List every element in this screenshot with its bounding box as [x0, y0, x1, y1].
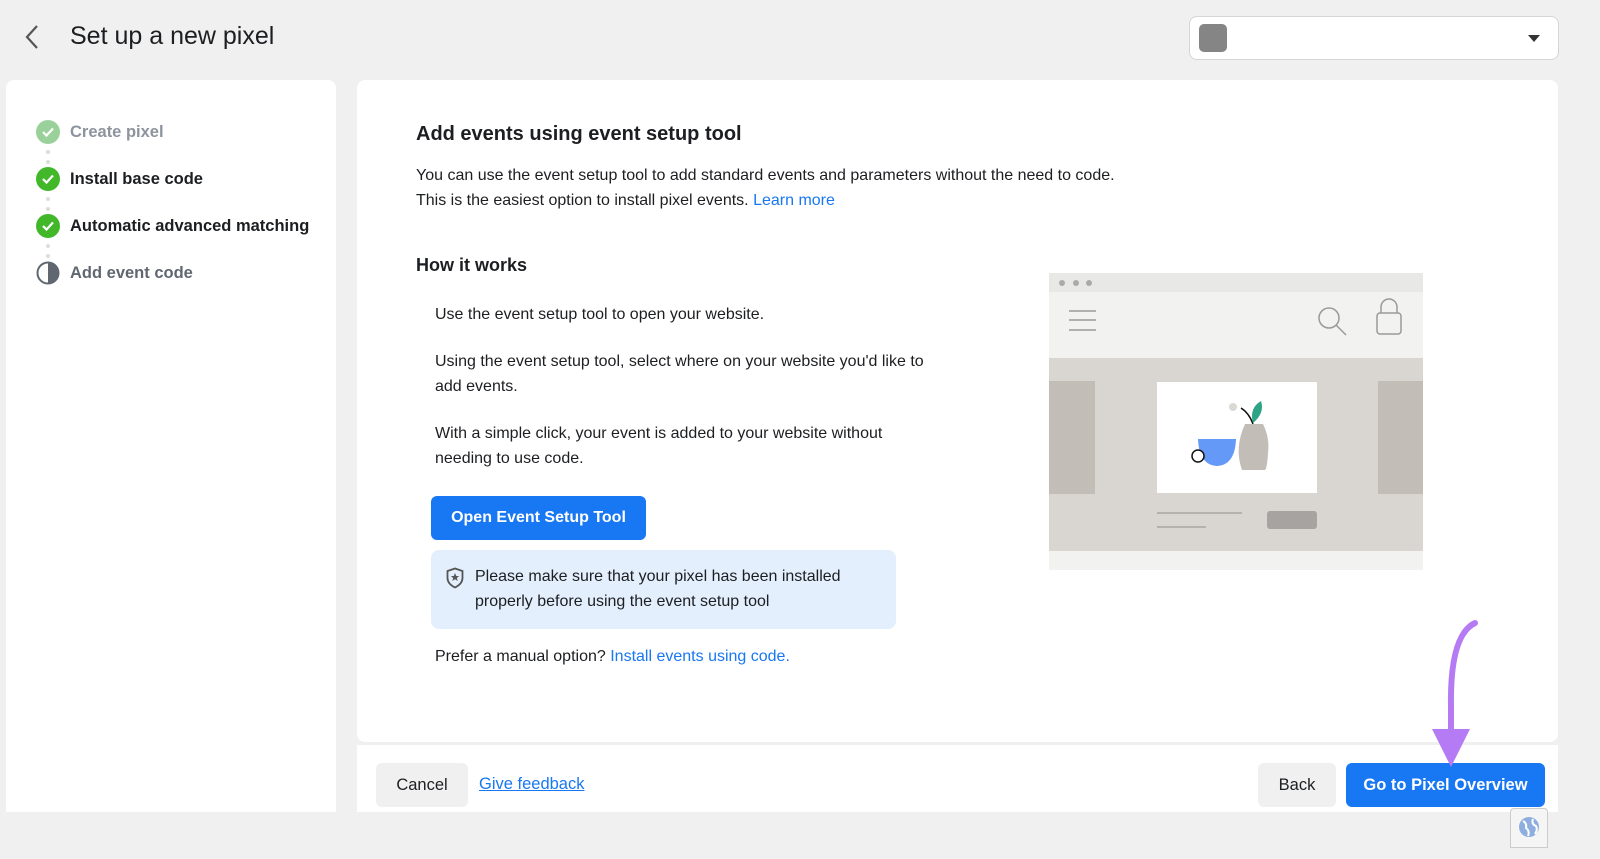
caret-down-icon — [1528, 35, 1540, 42]
main-panel: Add events using event setup tool You ca… — [357, 80, 1558, 742]
website-illustration — [1049, 273, 1423, 570]
account-avatar — [1199, 24, 1227, 52]
step-automatic-advanced-matching: Automatic advanced matching — [36, 214, 309, 238]
how-step-1: Use the event setup tool to open your we… — [435, 306, 765, 323]
step-label: Create pixel — [70, 122, 164, 141]
step-label: Install base code — [70, 169, 203, 188]
cancel-button[interactable]: Cancel — [376, 763, 468, 807]
annotation-arrow-icon — [1432, 620, 1478, 767]
how-step-3: With a simple click, your event is added… — [435, 425, 883, 467]
step-install-base-code: Install base code — [36, 167, 203, 191]
how-step-2: Using the event setup tool, select where… — [435, 353, 924, 395]
give-feedback-link[interactable]: Give feedback — [479, 775, 584, 794]
step-label: Add event code — [70, 263, 193, 282]
section-title: Add events using event setup tool — [416, 123, 742, 145]
check-icon — [36, 120, 60, 144]
step-create-pixel: Create pixel — [36, 120, 164, 144]
check-icon — [36, 167, 60, 191]
step-add-event-code: Add event code — [36, 261, 193, 285]
language-globe-button[interactable] — [1510, 808, 1548, 848]
learn-more-link[interactable]: Learn more — [753, 192, 835, 209]
manual-prefix: Prefer a manual option? — [435, 648, 606, 665]
steps-sidebar: Create pixel Install base code Automatic… — [6, 80, 336, 812]
manual-option-text: Prefer a manual option? Install events u… — [435, 644, 790, 669]
account-selector-dropdown[interactable] — [1189, 16, 1559, 60]
half-circle-progress-icon — [36, 261, 60, 285]
shield-star-icon — [446, 567, 464, 589]
install-events-using-code-link[interactable]: Install events using code. — [610, 648, 790, 665]
check-icon — [36, 214, 60, 238]
how-it-works-title: How it works — [416, 255, 528, 275]
open-event-setup-tool-button[interactable]: Open Event Setup Tool — [431, 496, 646, 540]
info-callout-text: Please make sure that your pixel has bee… — [475, 568, 841, 610]
footer-bar: Cancel Give feedback Back Go to Pixel Ov… — [357, 745, 1558, 812]
step-label: Automatic advanced matching — [70, 216, 310, 235]
back-chevron-icon[interactable] — [18, 22, 48, 52]
page-title: Set up a new pixel — [70, 22, 275, 50]
back-button[interactable]: Back — [1258, 763, 1336, 807]
globe-icon — [1519, 817, 1539, 837]
info-callout: Please make sure that your pixel has bee… — [431, 550, 896, 629]
intro-text: You can use the event setup tool to add … — [416, 163, 1136, 213]
